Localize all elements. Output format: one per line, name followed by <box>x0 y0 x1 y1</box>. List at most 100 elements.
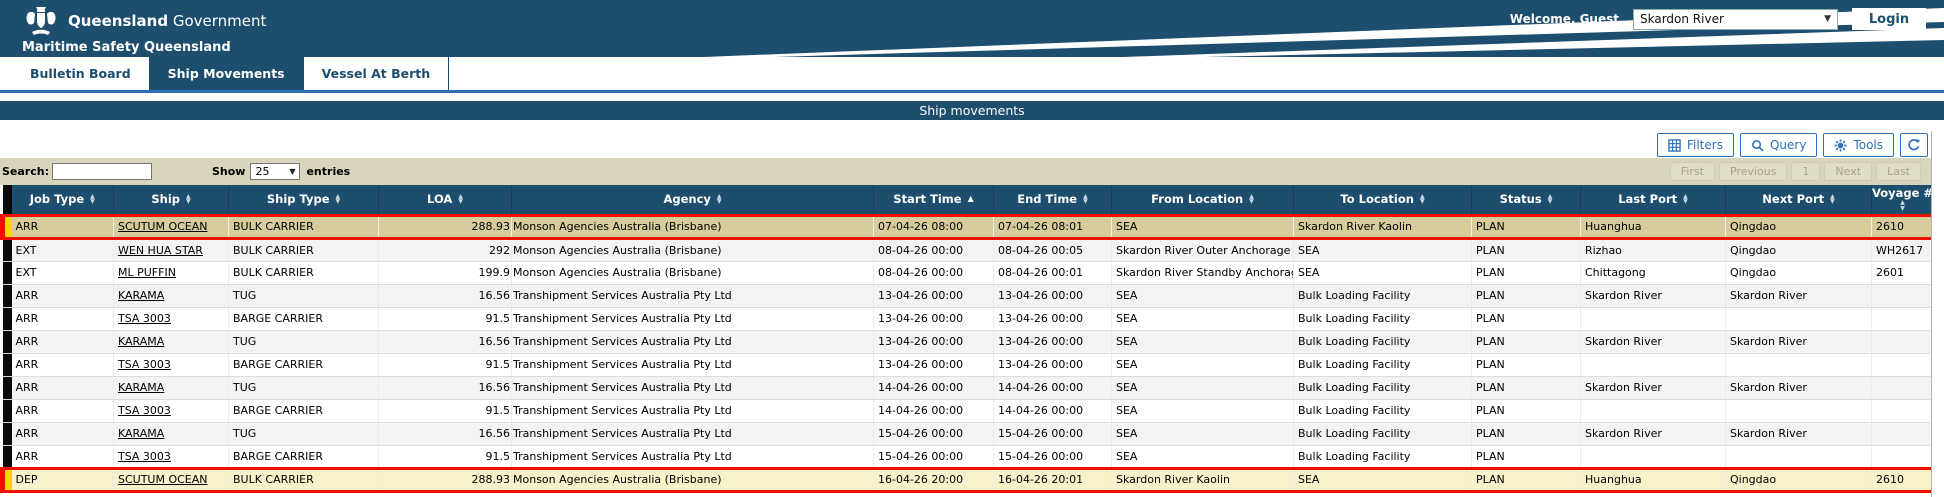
chevron-down-icon: ▼ <box>289 167 295 176</box>
cell-end-time: 08-04-26 00:01 <box>994 261 1112 284</box>
ship-link[interactable]: KARAMA <box>118 381 164 394</box>
ship-link[interactable]: TSA 3003 <box>118 404 171 417</box>
tools-button[interactable]: Tools <box>1823 133 1894 157</box>
column-header-voyage[interactable]: Voyage #▲▼ <box>1872 185 1934 215</box>
search-input[interactable] <box>52 163 152 180</box>
table-controls-bar: Search: Show 25 ▼ entries FirstPrevious1… <box>0 158 1931 185</box>
pagination-1[interactable]: 1 <box>1791 162 1820 181</box>
table-row[interactable]: ARRSCUTUM OCEANBULK CARRIER288.93Monson … <box>3 215 1934 238</box>
pagination-last[interactable]: Last <box>1876 162 1921 181</box>
cell-to-location: Skardon River Kaolin <box>1294 215 1472 238</box>
ship-link[interactable]: KARAMA <box>118 289 164 302</box>
column-header-label: Ship <box>151 192 180 206</box>
column-header-label: To Location <box>1340 192 1414 206</box>
table-row[interactable]: ARRKARAMATUG16.56Transhipment Services A… <box>3 330 1934 353</box>
table-row[interactable]: ARRKARAMATUG16.56Transhipment Services A… <box>3 422 1934 445</box>
tab-vessel-at-berth[interactable]: Vessel At Berth <box>304 57 450 90</box>
ship-link[interactable]: TSA 3003 <box>118 312 171 325</box>
column-header-end-time[interactable]: End Time▲▼ <box>994 185 1112 215</box>
cell-to-location: Bulk Loading Facility <box>1294 399 1472 422</box>
sort-icon: ▲▼ <box>1249 194 1254 205</box>
port-select[interactable]: Skardon River ▼ <box>1633 9 1838 30</box>
column-header-label: Job Type <box>30 192 84 206</box>
pagination-previous[interactable]: Previous <box>1719 162 1788 181</box>
cell-job-type: EXT <box>12 238 114 261</box>
ship-link[interactable]: TSA 3003 <box>118 358 171 371</box>
cell-status: PLAN <box>1472 376 1581 399</box>
row-marker-black <box>3 261 12 284</box>
table-row[interactable]: ARRKARAMATUG16.56Transhipment Services A… <box>3 376 1934 399</box>
table-row[interactable]: DEPSCUTUM OCEANBULK CARRIER288.93Monson … <box>3 468 1934 491</box>
table-row[interactable]: ARRTSA 3003BARGE CARRIER91.5Transhipment… <box>3 445 1934 468</box>
logo-government: Government <box>173 12 267 30</box>
login-button[interactable]: Login <box>1852 8 1926 30</box>
row-marker-black <box>3 284 12 307</box>
ship-link[interactable]: SCUTUM OCEAN <box>118 473 208 486</box>
cell-from-location: Skardon River Outer Anchorage <box>1112 238 1294 261</box>
cell-from-location: SEA <box>1112 215 1294 238</box>
column-header-ship[interactable]: Ship▲▼ <box>114 185 229 215</box>
cell-start-time: 14-04-26 00:00 <box>874 399 994 422</box>
vertical-scrollbar[interactable] <box>1931 131 1944 497</box>
column-header-status[interactable]: Status▲▼ <box>1472 185 1581 215</box>
column-header-agency[interactable]: Agency▲▼ <box>512 185 874 215</box>
refresh-button[interactable] <box>1900 133 1928 157</box>
column-header-job-type[interactable]: Job Type ▲▼ <box>12 185 114 215</box>
cell-voyage: 2601 <box>1872 261 1934 284</box>
tab-bar: Bulletin Board Ship Movements Vessel At … <box>0 57 1944 93</box>
sort-icon: ▲▼ <box>458 194 463 205</box>
cell-agency: Transhipment Services Australia Pty Ltd <box>512 330 874 353</box>
cell-next-port: Qingdao <box>1726 238 1872 261</box>
ship-link[interactable]: ML PUFFIN <box>118 266 176 279</box>
tab-bulletin-board[interactable]: Bulletin Board <box>12 57 150 90</box>
query-button[interactable]: Query <box>1740 133 1817 157</box>
table-row[interactable]: ARRTSA 3003BARGE CARRIER91.5Transhipment… <box>3 307 1934 330</box>
refresh-icon <box>1907 138 1921 152</box>
table-row[interactable]: ARRKARAMATUG16.56Transhipment Services A… <box>3 284 1934 307</box>
cell-loa: 16.56 <box>379 284 512 307</box>
column-header-next-port[interactable]: Next Port▲▼ <box>1726 185 1872 215</box>
entries-per-page-select[interactable]: 25 ▼ <box>250 163 300 180</box>
ship-link[interactable]: SCUTUM OCEAN <box>118 220 208 233</box>
table-row[interactable]: EXTML PUFFINBULK CARRIER199.9Monson Agen… <box>3 261 1934 284</box>
column-header-last-port[interactable]: Last Port▲▼ <box>1581 185 1726 215</box>
search-label: Search: <box>2 165 49 178</box>
cell-from-location: SEA <box>1112 284 1294 307</box>
cell-end-time: 13-04-26 00:00 <box>994 284 1112 307</box>
cell-ship: TSA 3003 <box>114 399 229 422</box>
table-row[interactable]: ARRTSA 3003BARGE CARRIER91.5Transhipment… <box>3 399 1934 422</box>
site-header: Queensland Government Maritime Safety Qu… <box>0 0 1944 57</box>
column-header-start-time[interactable]: Start Time▲ <box>874 185 994 215</box>
ship-link[interactable]: KARAMA <box>118 427 164 440</box>
cell-next-port: Skardon River <box>1726 422 1872 445</box>
column-header-to-location[interactable]: To Location▲▼ <box>1294 185 1472 215</box>
sort-icon: ▲▼ <box>90 194 95 205</box>
cell-voyage <box>1872 445 1934 468</box>
ship-link[interactable]: WEN HUA STAR <box>118 244 203 257</box>
cell-agency: Transhipment Services Australia Pty Ltd <box>512 353 874 376</box>
cell-last-port: Huanghua <box>1581 215 1726 238</box>
pagination-next[interactable]: Next <box>1824 162 1872 181</box>
cell-ship-type: TUG <box>229 284 379 307</box>
table-row[interactable]: EXTWEN HUA STARBULK CARRIER292Monson Age… <box>3 238 1934 261</box>
ship-link[interactable]: KARAMA <box>118 335 164 348</box>
cell-next-port <box>1726 399 1872 422</box>
cell-start-time: 13-04-26 00:00 <box>874 330 994 353</box>
tab-ship-movements[interactable]: Ship Movements <box>150 57 304 90</box>
cell-next-port <box>1726 307 1872 330</box>
table-row[interactable]: ARRTSA 3003BARGE CARRIER91.5Transhipment… <box>3 353 1934 376</box>
cell-ship: TSA 3003 <box>114 307 229 330</box>
cell-from-location: SEA <box>1112 422 1294 445</box>
cell-last-port <box>1581 445 1726 468</box>
column-header-loa[interactable]: LOA▲▼ <box>379 185 512 215</box>
cell-end-time: 14-04-26 00:00 <box>994 399 1112 422</box>
cell-from-location: SEA <box>1112 307 1294 330</box>
cell-last-port <box>1581 399 1726 422</box>
pagination-first[interactable]: First <box>1670 162 1715 181</box>
column-header-from-location[interactable]: From Location▲▼ <box>1112 185 1294 215</box>
ship-link[interactable]: TSA 3003 <box>118 450 171 463</box>
row-marker-black <box>3 445 12 468</box>
site-logo-text: Queensland Government <box>68 12 266 30</box>
column-header-ship-type[interactable]: Ship Type▲▼ <box>229 185 379 215</box>
filters-button[interactable]: Filters <box>1657 133 1734 157</box>
